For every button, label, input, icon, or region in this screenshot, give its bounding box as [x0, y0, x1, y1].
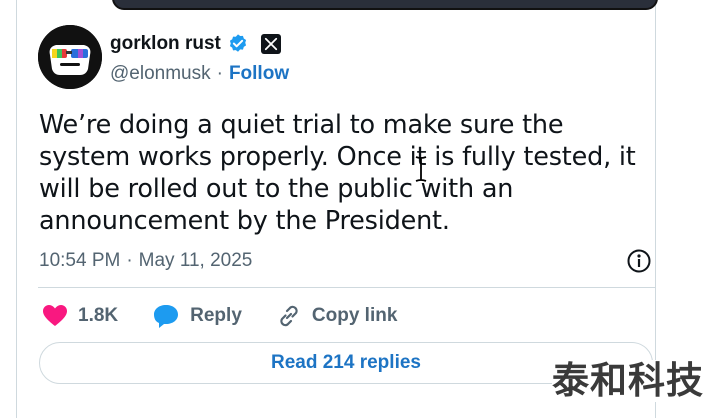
heart-icon [43, 305, 67, 326]
author-handle[interactable]: @elonmusk [110, 63, 211, 85]
like-count: 1.8K [78, 305, 119, 326]
tweet-text: We’re doing a quiet trial to make sure t… [39, 110, 636, 236]
copy-link-button[interactable]: Copy link [276, 303, 398, 329]
separator: · [126, 250, 133, 271]
reply-label: Reply [190, 305, 242, 326]
tweet-date: May 11, 2025 [138, 250, 253, 271]
timestamp[interactable]: 10:54 PM · May 11, 2025 [39, 250, 252, 272]
speech-bubble-icon [154, 305, 179, 328]
like-button[interactable]: 1.8K [42, 304, 118, 328]
reply-button[interactable]: Reply [152, 303, 242, 329]
tweet-time: 10:54 PM [39, 250, 121, 271]
info-icon[interactable] [626, 248, 652, 274]
author-name-row: gorklon rust [110, 31, 281, 57]
sunglasses-avatar-icon [38, 25, 102, 89]
x-logo-icon[interactable] [260, 34, 281, 54]
follow-button[interactable]: Follow [229, 63, 289, 85]
action-bar: 1.8K Reply Copy link [42, 301, 431, 331]
avatar[interactable] [38, 25, 102, 89]
verified-badge-icon [229, 34, 246, 52]
media-preview-edge[interactable] [112, 0, 658, 10]
author-handle-row: @elonmusk · Follow [110, 63, 289, 85]
text-cursor-icon [415, 156, 427, 182]
link-icon [280, 305, 298, 327]
divider [38, 287, 656, 288]
author-name[interactable]: gorklon rust [110, 33, 221, 55]
copy-link-label: Copy link [311, 305, 398, 326]
separator: · [216, 63, 223, 84]
watermark: 泰和科技 [552, 360, 712, 402]
